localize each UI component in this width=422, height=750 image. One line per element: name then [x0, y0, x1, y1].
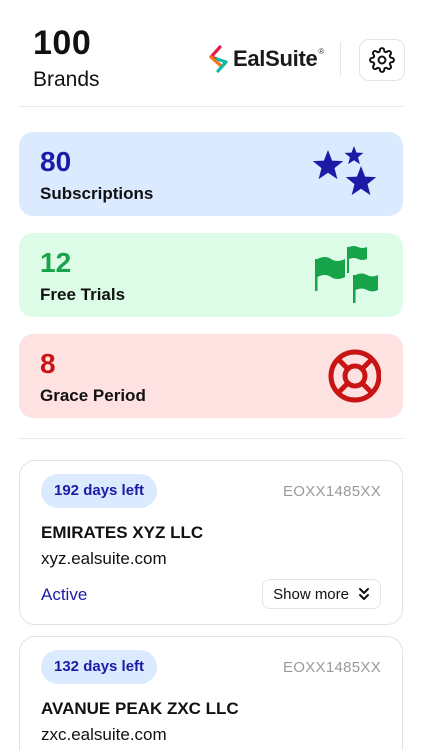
- lifebuoy-icon: [328, 349, 381, 403]
- grace-period-count: 8: [40, 348, 56, 379]
- grace-period-label: Grace Period: [40, 386, 146, 405]
- brand-code: EOXX1485XX: [282, 659, 381, 676]
- brand-card[interactable]: 132 days left EOXX1485XX AVANUE PEAK ZXC…: [19, 636, 403, 750]
- brand-name: AVANUE PEAK ZXC LLC: [41, 699, 239, 718]
- free-trials-card[interactable]: 12 Free Trials: [19, 233, 403, 317]
- header: 100 Brands EalSuite ®: [0, 0, 422, 106]
- ealsuite-logo-mark: [209, 45, 228, 73]
- free-trials-count: 12: [40, 247, 72, 278]
- stars-icon: [312, 146, 377, 196]
- days-left-badge: 132 days left: [41, 650, 158, 684]
- grace-period-card[interactable]: 8 Grace Period: [19, 334, 403, 418]
- logo-registered-mark: ®: [318, 46, 325, 56]
- free-trials-label: Free Trials: [40, 285, 126, 304]
- brand-code: EOXX1485XX: [282, 483, 381, 500]
- logo-text: EalSuite: [233, 46, 318, 71]
- show-more-label: Show more: [273, 585, 349, 603]
- brand-count-label: Brands: [33, 68, 100, 91]
- double-chevron-down-icon: [358, 587, 370, 601]
- brand-domain: xyz.ealsuite.com: [41, 549, 167, 568]
- gear-icon: [369, 47, 395, 73]
- subscriptions-card[interactable]: 80 Subscriptions: [19, 132, 403, 216]
- header-divider: [340, 42, 341, 76]
- brand-name: EMIRATES XYZ LLC: [41, 523, 204, 542]
- days-left-badge: 192 days left: [41, 474, 158, 508]
- subscriptions-label: Subscriptions: [40, 184, 154, 203]
- brand-card[interactable]: 192 days left EOXX1485XX EMIRATES XYZ LL…: [19, 460, 403, 625]
- subscriptions-count: 80: [40, 146, 72, 177]
- show-more-button[interactable]: Show more: [262, 579, 381, 609]
- brand-status: Active: [41, 585, 88, 604]
- header-bottom-divider: [19, 106, 403, 107]
- ealsuite-logo: EalSuite ®: [208, 44, 324, 74]
- stats-bottom-divider: [19, 438, 403, 439]
- brand-domain: zxc.ealsuite.com: [41, 725, 167, 744]
- flags-icon: [315, 246, 378, 303]
- brand-count: 100: [33, 24, 92, 62]
- settings-button[interactable]: [359, 39, 405, 81]
